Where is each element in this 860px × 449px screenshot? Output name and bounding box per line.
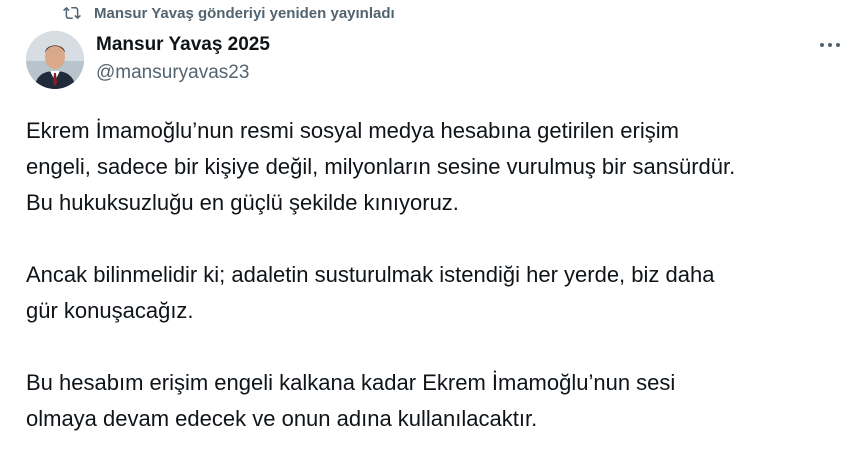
repost-indicator[interactable]: Mansur Yavaş gönderiyi yeniden yayınladı — [62, 3, 395, 23]
repost-text: Mansur Yavaş gönderiyi yeniden yayınladı — [94, 4, 395, 22]
tweet-paragraph: Ancak bilinmelidir ki; adaletin susturul… — [26, 262, 715, 323]
avatar[interactable] — [26, 31, 84, 89]
user-handle[interactable]: @mansuryavas23 — [96, 61, 270, 85]
more-options-button[interactable] — [810, 34, 850, 54]
tweet: Mansur Yavaş gönderiyi yeniden yayınladı… — [0, 0, 860, 449]
display-name[interactable]: Mansur Yavaş 2025 — [96, 33, 270, 57]
repost-icon — [62, 4, 82, 22]
more-icon — [819, 35, 841, 53]
tweet-paragraph: Ekrem İmamoğlu’nun resmi sosyal medya he… — [26, 118, 736, 215]
tweet-text: Ekrem İmamoğlu’nun resmi sosyal medya he… — [26, 113, 856, 437]
tweet-paragraph: Bu hesabım erişim engeli kalkana kadar E… — [26, 370, 676, 431]
author-info: Mansur Yavaş 2025 @mansuryavas23 — [96, 33, 270, 85]
